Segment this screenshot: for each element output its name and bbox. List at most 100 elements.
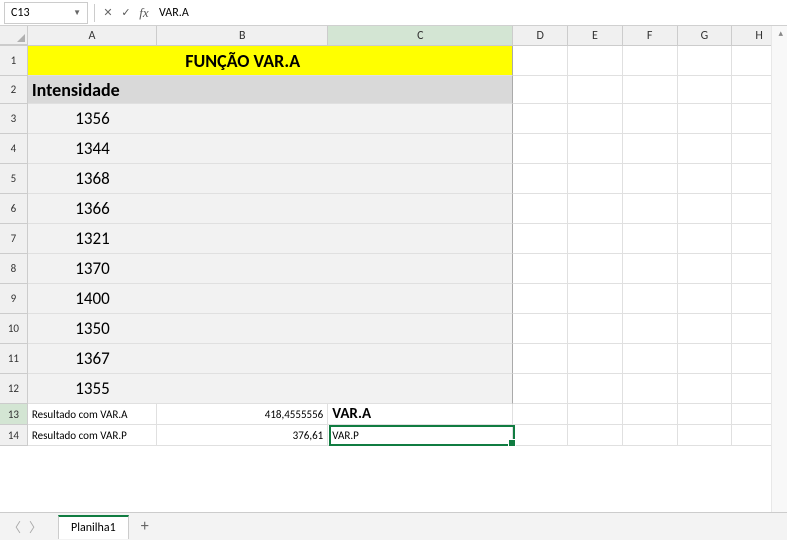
- cell-F9[interactable]: [623, 284, 678, 314]
- cell-C1[interactable]: [328, 46, 513, 76]
- row-header-5[interactable]: 5: [0, 164, 28, 194]
- cell-G11[interactable]: [678, 344, 733, 374]
- cell-B8[interactable]: [157, 254, 328, 284]
- cell-B6[interactable]: [157, 194, 328, 224]
- cell-B1-title[interactable]: FUNÇÃO VAR.A: [157, 46, 328, 76]
- cell-G6[interactable]: [678, 194, 733, 224]
- cell-E8[interactable]: [568, 254, 623, 284]
- cell-B3[interactable]: [157, 104, 328, 134]
- cell-C9[interactable]: [328, 284, 513, 314]
- cell-B12[interactable]: [157, 374, 328, 404]
- cell-D12[interactable]: [513, 374, 568, 404]
- cell-F2[interactable]: [623, 76, 678, 104]
- cell-A7[interactable]: 1321: [28, 224, 157, 254]
- cell-G10[interactable]: [678, 314, 733, 344]
- cell-A9[interactable]: 1400: [28, 284, 157, 314]
- row-header-10[interactable]: 10: [0, 314, 28, 344]
- cell-A11[interactable]: 1367: [28, 344, 157, 374]
- cell-D11[interactable]: [513, 344, 568, 374]
- cell-E3[interactable]: [568, 104, 623, 134]
- cell-D7[interactable]: [513, 224, 568, 254]
- cell-A6[interactable]: 1366: [28, 194, 157, 224]
- cell-F3[interactable]: [623, 104, 678, 134]
- cell-G12[interactable]: [678, 374, 733, 404]
- cell-G14[interactable]: [678, 425, 733, 446]
- row-header-4[interactable]: 4: [0, 134, 28, 164]
- cell-E10[interactable]: [568, 314, 623, 344]
- col-header-E[interactable]: E: [568, 26, 623, 45]
- cell-B14[interactable]: 376,61: [157, 425, 328, 446]
- cell-A10[interactable]: 1350: [28, 314, 157, 344]
- cell-A5[interactable]: 1368: [28, 164, 157, 194]
- col-header-A[interactable]: A: [28, 26, 157, 45]
- cell-A1[interactable]: [28, 46, 157, 76]
- cell-F14[interactable]: [623, 425, 678, 446]
- chevron-down-icon[interactable]: ▼: [73, 8, 81, 18]
- cell-E5[interactable]: [568, 164, 623, 194]
- cell-D8[interactable]: [513, 254, 568, 284]
- col-header-F[interactable]: F: [623, 26, 678, 45]
- cell-C13[interactable]: VAR.A: [328, 404, 513, 425]
- row-header-13[interactable]: 13: [0, 404, 28, 425]
- cell-B5[interactable]: [157, 164, 328, 194]
- tab-next-icon[interactable]: 〉: [29, 517, 42, 536]
- cell-B13[interactable]: 418,4555556: [157, 404, 328, 425]
- tab-prev-icon[interactable]: 〈: [8, 517, 21, 536]
- cell-A4[interactable]: 1344: [28, 134, 157, 164]
- cell-E1[interactable]: [568, 46, 623, 76]
- cell-F5[interactable]: [623, 164, 678, 194]
- cell-C14[interactable]: VAR.P: [328, 425, 513, 446]
- cell-G7[interactable]: [678, 224, 733, 254]
- row-header-1[interactable]: 1: [0, 46, 28, 76]
- cell-E6[interactable]: [568, 194, 623, 224]
- cell-C11[interactable]: [328, 344, 513, 374]
- cell-C4[interactable]: [328, 134, 513, 164]
- cell-F11[interactable]: [623, 344, 678, 374]
- col-header-C[interactable]: C: [328, 26, 513, 45]
- row-header-9[interactable]: 9: [0, 284, 28, 314]
- cell-A12[interactable]: 1355: [28, 374, 157, 404]
- cell-F10[interactable]: [623, 314, 678, 344]
- cell-C2[interactable]: [328, 76, 513, 104]
- row-header-3[interactable]: 3: [0, 104, 28, 134]
- cell-B10[interactable]: [157, 314, 328, 344]
- vertical-scrollbar[interactable]: ▴: [771, 26, 787, 512]
- col-header-D[interactable]: D: [513, 26, 568, 45]
- cell-C3[interactable]: [328, 104, 513, 134]
- formula-input[interactable]: [153, 6, 787, 20]
- cell-D6[interactable]: [513, 194, 568, 224]
- row-header-12[interactable]: 12: [0, 374, 28, 404]
- cell-D10[interactable]: [513, 314, 568, 344]
- cell-B2[interactable]: [157, 76, 328, 104]
- cell-A3[interactable]: 1356: [28, 104, 157, 134]
- cell-D4[interactable]: [513, 134, 568, 164]
- cell-D5[interactable]: [513, 164, 568, 194]
- add-sheet-button[interactable]: +: [141, 517, 149, 536]
- cell-E7[interactable]: [568, 224, 623, 254]
- row-header-7[interactable]: 7: [0, 224, 28, 254]
- cell-F8[interactable]: [623, 254, 678, 284]
- name-box[interactable]: C13 ▼: [4, 2, 88, 24]
- cell-E9[interactable]: [568, 284, 623, 314]
- fx-icon[interactable]: fx: [135, 4, 153, 22]
- cell-B4[interactable]: [157, 134, 328, 164]
- row-header-11[interactable]: 11: [0, 344, 28, 374]
- col-header-G[interactable]: G: [678, 26, 733, 45]
- cell-D3[interactable]: [513, 104, 568, 134]
- cell-G13[interactable]: [678, 404, 733, 425]
- cell-G5[interactable]: [678, 164, 733, 194]
- row-header-2[interactable]: 2: [0, 76, 28, 104]
- cell-D13[interactable]: [513, 404, 568, 425]
- row-header-14[interactable]: 14: [0, 425, 28, 446]
- cell-F6[interactable]: [623, 194, 678, 224]
- cell-C8[interactable]: [328, 254, 513, 284]
- select-all-corner[interactable]: [0, 26, 28, 45]
- cell-A13[interactable]: Resultado com VAR.A: [28, 404, 157, 425]
- cell-C7[interactable]: [328, 224, 513, 254]
- cell-F12[interactable]: [623, 374, 678, 404]
- cell-E14[interactable]: [568, 425, 623, 446]
- cell-D2[interactable]: [513, 76, 568, 104]
- cell-E4[interactable]: [568, 134, 623, 164]
- cell-G2[interactable]: [678, 76, 733, 104]
- col-header-B[interactable]: B: [157, 26, 328, 45]
